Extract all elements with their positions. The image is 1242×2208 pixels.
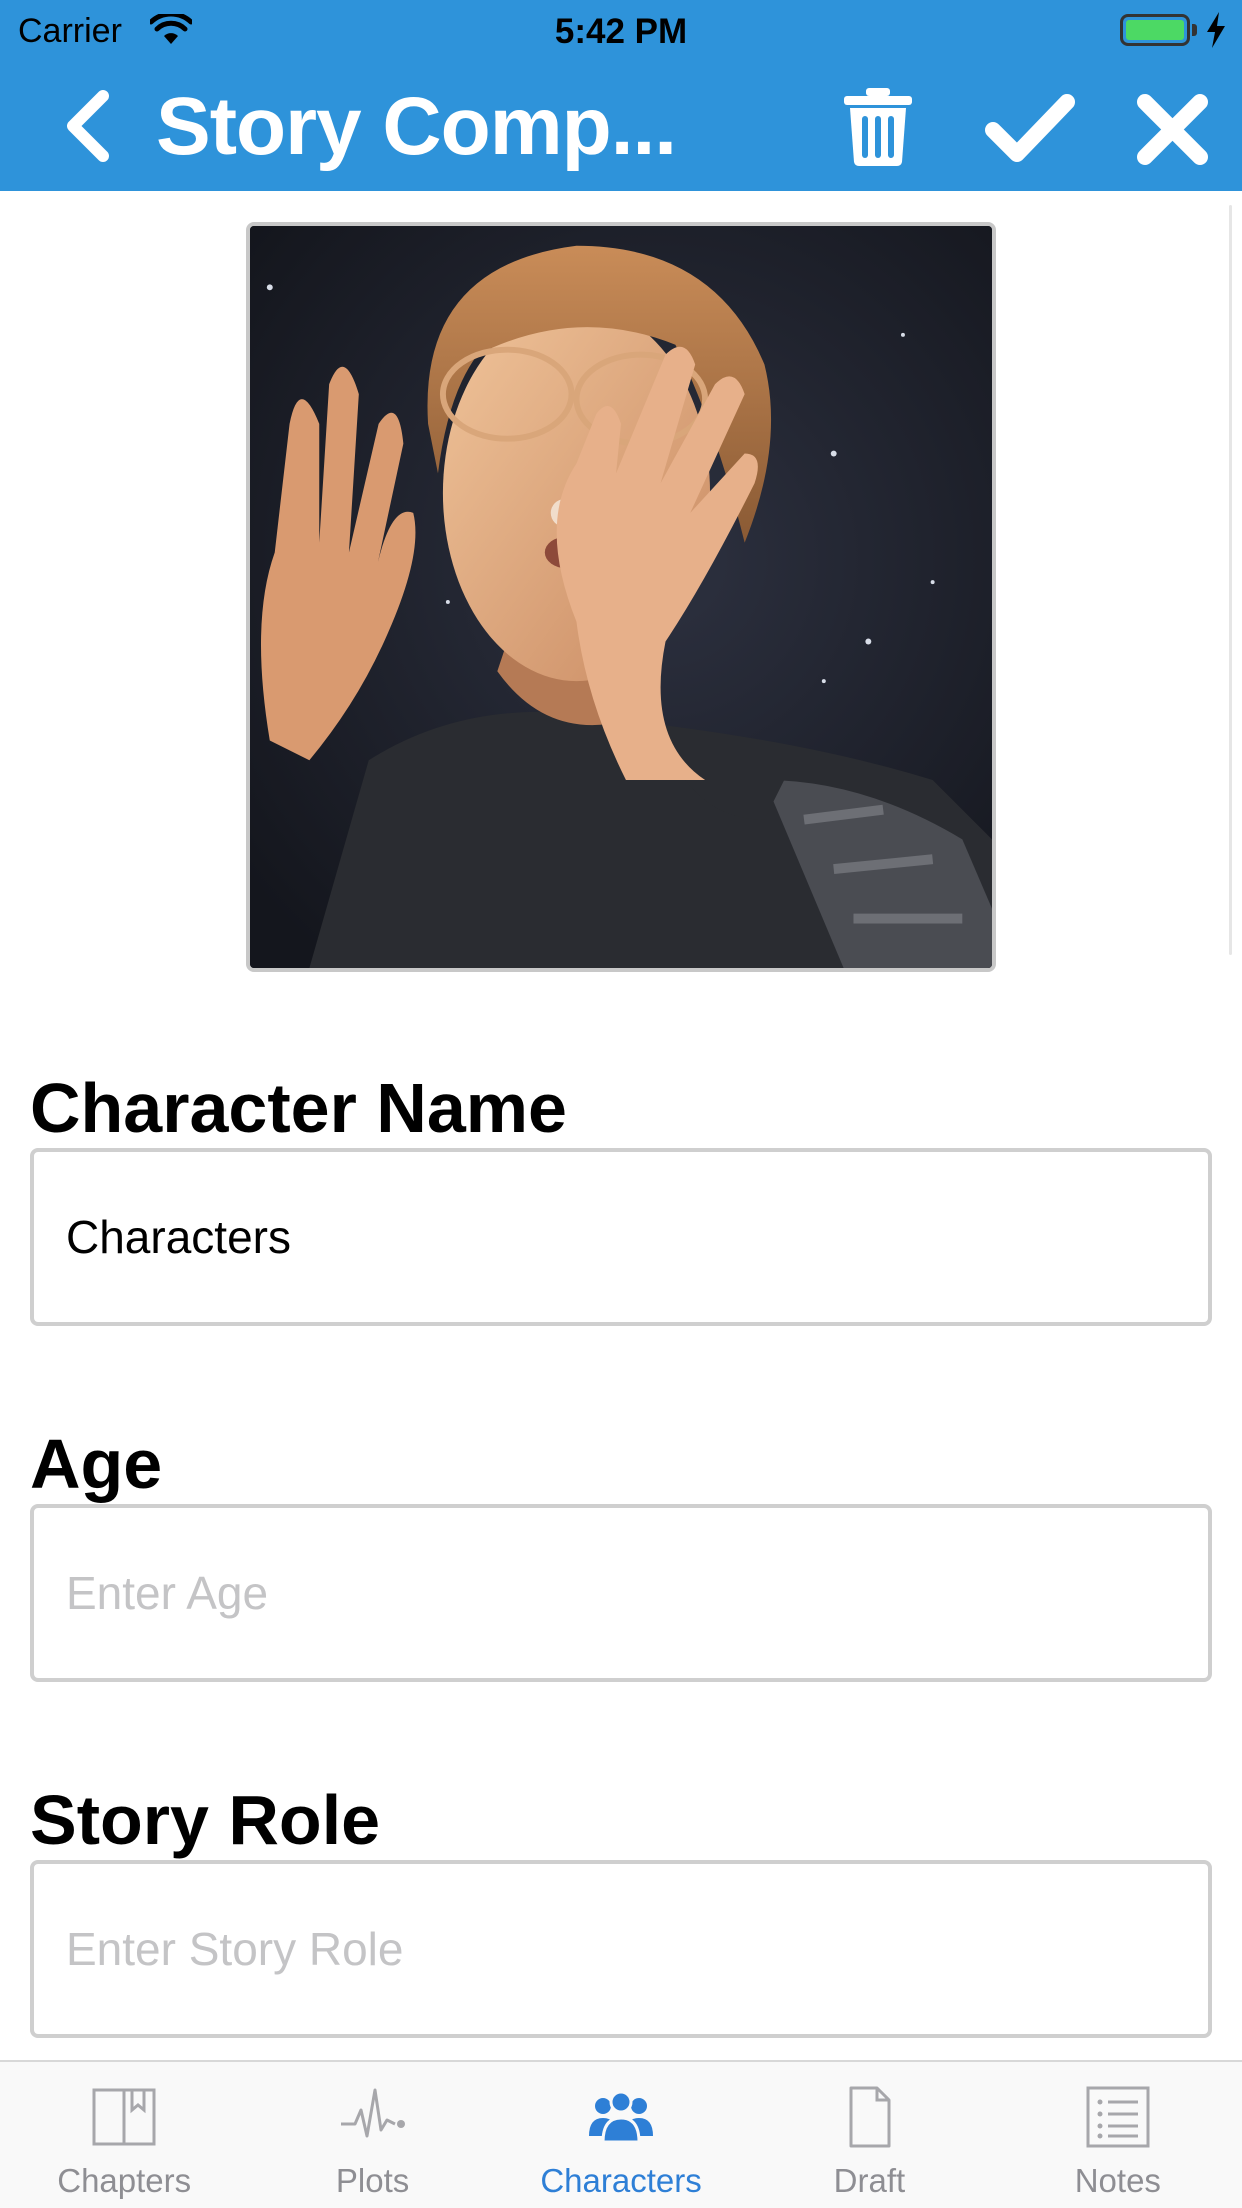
tab-label: Notes bbox=[1074, 2162, 1161, 2199]
tab-plots[interactable]: Plots bbox=[248, 2062, 496, 2208]
tab-label: Characters bbox=[540, 2162, 702, 2199]
age-label: Age bbox=[30, 1425, 163, 1503]
tab-characters[interactable]: Characters bbox=[497, 2062, 745, 2208]
character-photo[interactable] bbox=[246, 222, 996, 972]
battery-tip bbox=[1192, 24, 1197, 36]
chevron-left-icon[interactable] bbox=[55, 88, 125, 164]
charging-bolt-icon bbox=[1207, 12, 1225, 48]
tab-draft[interactable]: Draft bbox=[745, 2062, 993, 2208]
list-icon bbox=[1086, 2086, 1150, 2148]
people-icon bbox=[589, 2090, 654, 2144]
clock: 5:42 PM bbox=[554, 12, 688, 51]
scroll-indicator[interactable] bbox=[1229, 205, 1232, 955]
checkmark-icon[interactable] bbox=[985, 92, 1075, 164]
tab-label: Plots bbox=[335, 2162, 410, 2199]
tab-label: Chapters bbox=[57, 2162, 192, 2199]
age-input[interactable] bbox=[30, 1504, 1212, 1682]
character-name-label: Character Name bbox=[30, 1069, 567, 1147]
battery-icon bbox=[1120, 14, 1190, 46]
tab-notes[interactable]: Notes bbox=[994, 2062, 1242, 2208]
tab-bar: Chapters Plots Characters Draft Notes bbox=[0, 2060, 1242, 2208]
book-icon bbox=[92, 2088, 156, 2146]
tab-chapters[interactable]: Chapters bbox=[0, 2062, 248, 2208]
pulse-icon bbox=[340, 2088, 405, 2138]
character-name-input[interactable] bbox=[30, 1148, 1212, 1326]
document-icon bbox=[849, 2086, 891, 2148]
nav-title: Story Comp... bbox=[156, 81, 677, 172]
header: Carrier 5:42 PM Story Comp... bbox=[0, 0, 1242, 191]
story-role-input[interactable] bbox=[30, 1860, 1212, 2038]
nav-bar: Story Comp... bbox=[0, 62, 1242, 191]
story-role-label: Story Role bbox=[30, 1781, 381, 1859]
character-photo-image bbox=[250, 226, 992, 968]
trash-icon[interactable] bbox=[840, 86, 916, 168]
tab-label: Draft bbox=[833, 2162, 906, 2199]
close-icon[interactable] bbox=[1135, 92, 1210, 167]
status-bar: Carrier 5:42 PM bbox=[0, 0, 1242, 62]
